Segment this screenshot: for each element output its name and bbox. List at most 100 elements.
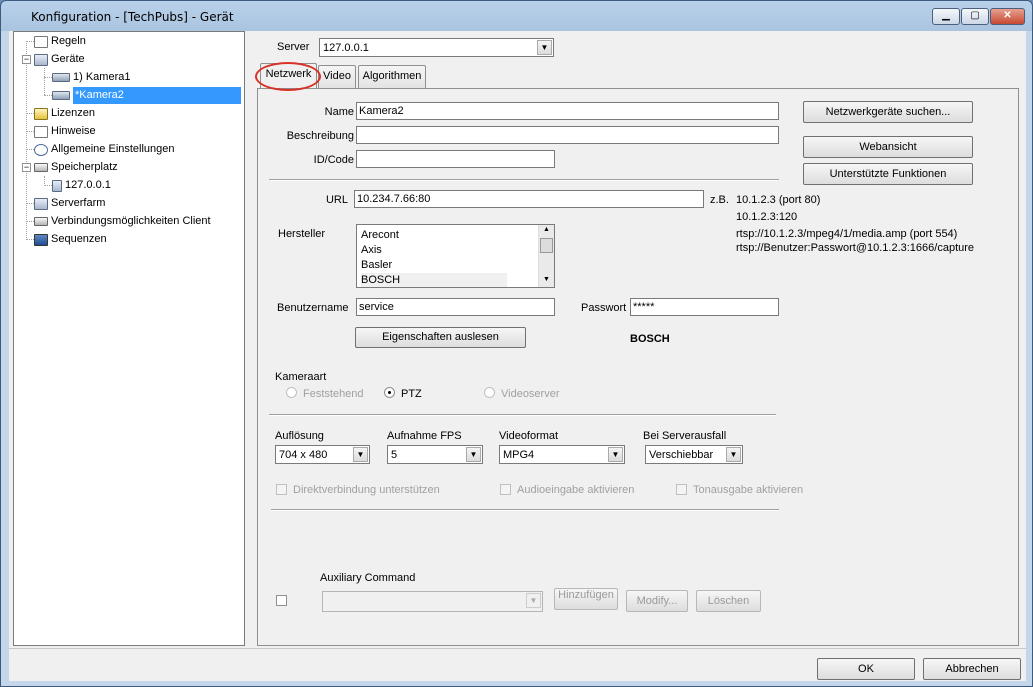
- server-select[interactable]: 127.0.0.1 ▼: [319, 38, 554, 57]
- aux-command-select[interactable]: ▼: [322, 591, 543, 612]
- example-label: z.B.: [710, 194, 729, 206]
- tab-video[interactable]: Video: [318, 65, 356, 88]
- serverfarm-icon: [34, 197, 48, 210]
- chevron-down-icon: ▼: [726, 447, 741, 462]
- minimize-button[interactable]: ▁: [932, 8, 960, 25]
- audio-output-label: Tonausgabe aktivieren: [693, 484, 804, 496]
- tree-item-client-connections[interactable]: Verbindungsmöglichkeiten Client: [34, 213, 211, 230]
- tree-item-kamera1[interactable]: 1) Kamera1: [52, 69, 130, 86]
- id-label: ID/Code: [313, 154, 354, 166]
- config-tree[interactable]: − − Regeln Geräte 1) Kamera1 *Kamera2 *K…: [13, 31, 245, 646]
- tree-item-kamera2-label: *Kamera2: [75, 89, 124, 101]
- list-item[interactable]: Basler: [361, 258, 392, 273]
- password-input[interactable]: *****: [630, 298, 779, 316]
- tree-item-regeln[interactable]: Regeln: [34, 33, 86, 50]
- resolution-select[interactable]: 704 x 480 ▼: [275, 445, 370, 464]
- notes-icon: [34, 125, 48, 138]
- tree-item-lizenzen[interactable]: Lizenzen: [34, 105, 95, 122]
- supported-functions-button[interactable]: Unterstützte Funktionen: [803, 163, 973, 185]
- detected-vendor: BOSCH: [630, 333, 670, 345]
- ok-button[interactable]: OK: [817, 658, 915, 680]
- webview-button[interactable]: Webansicht: [803, 136, 973, 158]
- aux-modify-button[interactable]: Modify...: [626, 590, 688, 612]
- aux-add-button[interactable]: Hinzufügen: [554, 588, 618, 610]
- client-area: − − Regeln Geräte 1) Kamera1 *Kamera2 *K…: [9, 31, 1026, 681]
- resolution-label: Auflösung: [275, 430, 324, 442]
- url-example-3: rtsp://10.1.2.3/mpeg4/1/media.amp (port …: [736, 228, 958, 240]
- videoformat-label: Videoformat: [499, 430, 559, 442]
- camera-type-label: Kameraart: [275, 371, 327, 383]
- separator: [269, 179, 779, 181]
- url-input[interactable]: 10.234.7.66:80: [354, 190, 704, 208]
- aux-checkbox[interactable]: [276, 595, 287, 606]
- tree-item-serverfarm[interactable]: Serverfarm: [34, 195, 105, 212]
- expand-speicherplatz[interactable]: −: [22, 163, 31, 172]
- config-window: Konfiguration - [TechPubs] - Gerät ▁ ▢ ✕…: [0, 0, 1033, 687]
- fps-label: Aufnahme FPS: [387, 430, 462, 442]
- clock-icon: [34, 143, 48, 156]
- camera-icon: [52, 91, 70, 100]
- fps-select[interactable]: 5 ▼: [387, 445, 483, 464]
- failover-select[interactable]: Verschiebbar ▼: [645, 445, 743, 464]
- list-scrollbar[interactable]: ▲ ▼: [538, 225, 554, 287]
- audio-output-checkbox[interactable]: [676, 484, 687, 495]
- aux-delete-button[interactable]: Löschen: [696, 590, 761, 612]
- highlight-circle: [255, 62, 321, 91]
- tree-item-storage-server[interactable]: 127.0.0.1: [52, 177, 111, 194]
- radio-ptz[interactable]: [384, 387, 395, 398]
- expand-geraete[interactable]: −: [22, 55, 31, 64]
- tab-algorithmen[interactable]: Algorithmen: [358, 65, 426, 88]
- list-item[interactable]: BOSCH: [361, 273, 507, 287]
- url-example-1: 10.1.2.3 (port 80): [736, 194, 821, 206]
- ptz-label: PTZ: [401, 388, 422, 400]
- tree-item-hinweise[interactable]: Hinweise: [34, 123, 96, 140]
- tree-item-sequenzen[interactable]: Sequenzen: [34, 231, 107, 248]
- tree-item-allgemein[interactable]: Allgemeine Einstellungen: [34, 141, 175, 158]
- username-label: Benutzername: [277, 302, 349, 314]
- password-label: Passwort: [581, 302, 627, 314]
- name-label: Name: [324, 106, 354, 118]
- close-button[interactable]: ✕: [990, 8, 1025, 25]
- audio-input-checkbox[interactable]: [500, 484, 511, 495]
- failover-label: Bei Serverausfall: [643, 430, 727, 442]
- scroll-thumb[interactable]: [540, 238, 553, 253]
- separator: [269, 414, 776, 416]
- chevron-down-icon: ▼: [608, 447, 623, 462]
- chevron-down-icon[interactable]: ▼: [540, 276, 553, 286]
- list-item[interactable]: Axis: [361, 243, 382, 258]
- title-bar[interactable]: Konfiguration - [TechPubs] - Gerät ▁ ▢ ✕: [1, 1, 1032, 31]
- videoformat-select[interactable]: MPG4 ▼: [499, 445, 625, 464]
- name-input[interactable]: Kamera2: [356, 102, 779, 120]
- url-label: URL: [325, 194, 348, 206]
- read-properties-button[interactable]: Eigenschaften auslesen: [355, 327, 526, 348]
- aux-label: Auxiliary Command: [320, 572, 416, 584]
- search-network-devices-button[interactable]: Netzwerkgeräte suchen...: [803, 101, 973, 123]
- maximize-button[interactable]: ▢: [961, 8, 989, 25]
- footer-bar: OK Abbrechen: [9, 648, 1026, 681]
- window-title: Konfiguration - [TechPubs] - Gerät: [31, 10, 234, 24]
- chevron-up-icon[interactable]: ▲: [540, 226, 553, 236]
- separator: [271, 509, 779, 511]
- cancel-button[interactable]: Abbrechen: [923, 658, 1021, 680]
- list-item[interactable]: Arecont: [361, 228, 399, 243]
- radio-videoserver[interactable]: [484, 387, 495, 398]
- audio-input-label: Audioeingabe aktivieren: [517, 484, 635, 496]
- tree-item-speicherplatz[interactable]: Speicherplatz: [34, 159, 118, 176]
- manufacturer-list[interactable]: Arecont Axis Basler BOSCH ▲ ▼: [356, 224, 555, 288]
- direct-connection-checkbox[interactable]: [276, 484, 287, 495]
- chevron-down-icon: ▼: [353, 447, 368, 462]
- camera-icon: [52, 73, 70, 82]
- username-input[interactable]: service: [356, 298, 555, 316]
- monitor-icon: [34, 233, 48, 246]
- url-example-2: 10.1.2.3:120: [736, 211, 798, 223]
- chevron-down-icon: ▼: [466, 447, 481, 462]
- rules-icon: [34, 35, 48, 48]
- description-input[interactable]: [356, 126, 779, 144]
- description-label: Beschreibung: [286, 130, 354, 142]
- storage-icon: [34, 163, 48, 172]
- server-label: Server: [277, 41, 310, 53]
- license-icon: [34, 107, 48, 120]
- tree-item-geraete[interactable]: Geräte: [34, 51, 85, 68]
- radio-feststehend[interactable]: [286, 387, 297, 398]
- id-input[interactable]: [356, 150, 555, 168]
